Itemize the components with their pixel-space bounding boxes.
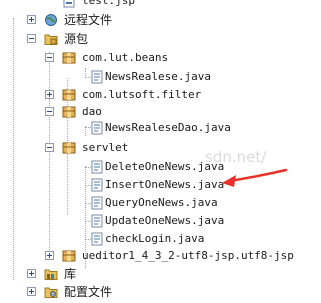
project-tree: test.jsp 远程文件 源包 com.lut.beans NewsReale… — [0, 0, 321, 303]
jsp-file-icon — [62, 0, 76, 8]
tree-item-label: 远程文件 — [64, 13, 113, 27]
tree-item-label: com.lut.beans — [82, 51, 169, 64]
expand-toggle[interactable] — [45, 251, 54, 260]
collapse-toggle[interactable] — [45, 53, 54, 62]
java-file-icon — [90, 70, 104, 84]
package-icon — [62, 51, 76, 65]
tree-item-label: NewsRealeseDao.java — [105, 121, 231, 134]
java-file-icon — [90, 160, 104, 174]
folder-icon — [44, 32, 58, 46]
tree-item-label: com.lutsoft.filter — [82, 88, 202, 101]
tree-item-label: 配置文件 — [64, 285, 113, 299]
tree-item-package[interactable]: com.lut.beans — [0, 48, 321, 68]
collapse-toggle[interactable] — [45, 143, 54, 152]
java-file-icon — [90, 121, 104, 135]
package-icon — [62, 105, 76, 119]
java-file-icon — [90, 232, 104, 246]
collapse-toggle[interactable] — [45, 107, 54, 116]
red-arrow-annotation-icon — [222, 168, 288, 187]
tree-item-java-file[interactable]: QueryOneNews.java — [0, 193, 321, 213]
tree-item-package[interactable]: ueditor1_4_3_2-utf8-jsp.utf8-jsp — [0, 246, 321, 266]
java-file-icon — [90, 178, 104, 192]
collapse-toggle[interactable] — [27, 34, 36, 43]
expand-toggle[interactable] — [45, 90, 54, 99]
remote-globe-icon — [44, 13, 58, 27]
expand-toggle[interactable] — [27, 287, 36, 296]
watermark: sdn.net/ — [205, 148, 267, 166]
package-icon — [62, 88, 76, 102]
package-icon — [62, 249, 76, 263]
tree-item-java-file[interactable]: UpdateOneNews.java — [0, 211, 321, 231]
tree-item-label: 库 — [64, 267, 77, 281]
tree-item-label: UpdateOneNews.java — [105, 214, 225, 227]
package-icon — [62, 141, 76, 155]
tree-item-source-packages[interactable]: 源包 — [0, 29, 321, 49]
expand-toggle[interactable] — [27, 15, 36, 24]
tree-item-label: ueditor1_4_3_2-utf8-jsp.utf8-jsp — [82, 249, 294, 262]
tree-item-label: QueryOneNews.java — [105, 196, 218, 209]
tree-item-java-file[interactable]: NewsRealeseDao.java — [0, 118, 321, 138]
tree-item-label: 源包 — [64, 32, 89, 46]
tree-item-java-file[interactable]: NewsRealese.java — [0, 67, 321, 87]
tree-item-label: NewsRealese.java — [105, 70, 211, 83]
tree-item-config-files[interactable]: 配置文件 — [0, 282, 321, 302]
config-folder-icon — [44, 285, 58, 299]
expand-toggle[interactable] — [27, 269, 36, 278]
tree-item-remote-files[interactable]: 远程文件 — [0, 10, 321, 30]
library-icon — [44, 267, 58, 281]
tree-item-package[interactable]: servlet — [0, 138, 321, 158]
tree-item-libraries[interactable]: 库 — [0, 264, 321, 284]
tree-item-label: test.jsp — [82, 0, 135, 7]
tree-item-label: servlet — [82, 141, 129, 154]
java-file-icon — [90, 214, 104, 228]
tree-item-label: InsertOneNews.java — [105, 178, 225, 191]
java-file-icon — [90, 196, 104, 210]
tree-item-label: checkLogin.java — [105, 232, 205, 245]
